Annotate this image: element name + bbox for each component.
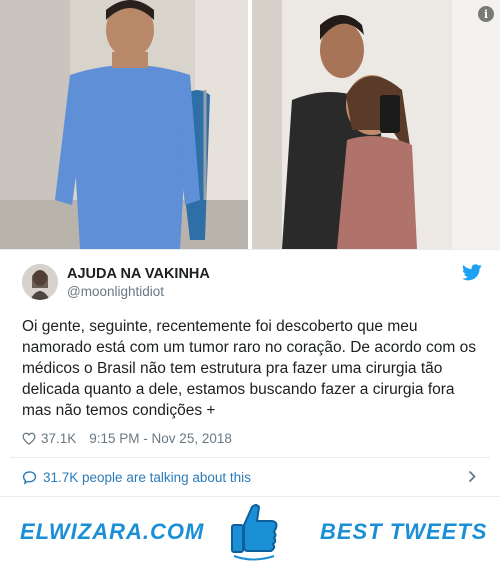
footer-banner: ELWIZARA.COM BEST TWEETS — [0, 497, 500, 568]
tweet-header: AJUDA NA VAKINHA @moonlightidiot — [22, 262, 482, 302]
conversation-link[interactable]: 31.7K people are talking about this — [22, 467, 478, 487]
speech-bubble-icon — [22, 470, 37, 484]
twitter-bird-icon[interactable] — [462, 264, 482, 281]
site-name[interactable]: ELWIZARA.COM — [20, 519, 204, 545]
info-icon[interactable]: i — [478, 6, 494, 22]
author-handle[interactable]: @moonlightidiot — [67, 284, 164, 299]
timestamp[interactable]: 9:15 PM - Nov 25, 2018 — [89, 431, 232, 446]
tweet-media[interactable]: i — [0, 0, 500, 250]
tweet-text: Oi gente, seguinte, recentemente foi des… — [22, 318, 477, 419]
tweet-card: i AJUDA NA VAKINHA @moonlightidiot Oi ge… — [0, 0, 500, 568]
chevron-right-icon — [468, 470, 476, 483]
conversation-count: 31.7K people are talking about this — [43, 469, 251, 485]
author-name[interactable]: AJUDA NA VAKINHA — [67, 266, 210, 282]
heart-icon[interactable] — [22, 432, 36, 445]
media-photo-couple[interactable]: i — [252, 0, 500, 249]
divider — [10, 457, 490, 458]
media-photo-hospital[interactable] — [0, 0, 248, 249]
tweet-meta: 37.1K 9:15 PM - Nov 25, 2018 — [22, 429, 232, 447]
avatar[interactable] — [22, 264, 58, 300]
thumbs-up-icon — [231, 504, 278, 561]
tagline: BEST TWEETS — [320, 519, 488, 544]
like-count[interactable]: 37.1K — [41, 431, 76, 446]
